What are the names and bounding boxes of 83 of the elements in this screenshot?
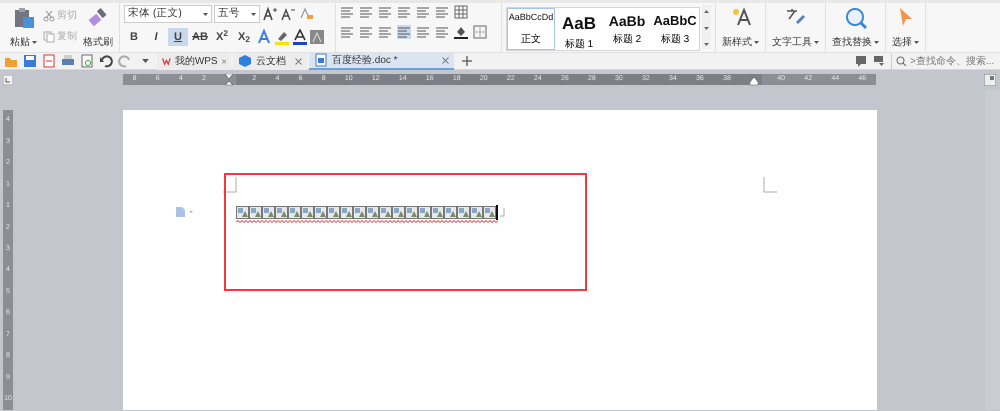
- broken-image-icon: [457, 206, 470, 219]
- cursor-arrow-icon: [898, 7, 914, 27]
- caret-icon: [814, 41, 819, 44]
- strikethrough-button[interactable]: AB: [190, 28, 210, 46]
- search-field[interactable]: >查找命令、搜索...: [891, 54, 1000, 68]
- italic-button[interactable]: I: [146, 28, 166, 46]
- new-style-button[interactable]: 新样式: [720, 5, 761, 50]
- highlight-icon[interactable]: [274, 29, 290, 45]
- fill-color-icon[interactable]: [454, 25, 468, 39]
- save-icon[interactable]: [23, 54, 37, 68]
- bold-button[interactable]: B: [124, 28, 144, 46]
- broken-image-icon: [353, 206, 366, 219]
- copy-icon: [43, 30, 55, 42]
- pin-icon[interactable]: [873, 55, 885, 67]
- text-effect-icon[interactable]: [256, 29, 272, 45]
- cloud-tab-icon: [238, 54, 252, 68]
- border-icon[interactable]: [473, 25, 487, 39]
- ruler-corner-icon: [3, 75, 13, 85]
- broken-image-icon: [366, 206, 379, 219]
- close-icon[interactable]: [222, 58, 226, 64]
- broken-image-icon: [275, 206, 288, 219]
- shrink-font-icon[interactable]: [280, 6, 296, 22]
- find-replace-button[interactable]: 查找替换: [830, 5, 881, 50]
- broken-image-icon: [249, 206, 262, 219]
- clipboard-icon: [12, 7, 34, 29]
- document-tab[interactable]: 云文档: [233, 52, 307, 70]
- broken-image-icon: [470, 206, 483, 219]
- caret-icon: [874, 41, 879, 44]
- select-button[interactable]: 选择: [890, 5, 921, 50]
- caret-icon: [203, 12, 208, 16]
- underline-button[interactable]: U: [168, 28, 188, 46]
- broken-image-icon: [444, 206, 457, 219]
- chat-icon[interactable]: [855, 55, 867, 67]
- style-preset[interactable]: AaBbCcDd 正文: [507, 8, 555, 50]
- crop-mark-icon: [763, 177, 777, 193]
- broken-image-icon: [392, 206, 405, 219]
- broken-image-icon: [405, 206, 418, 219]
- font-name-dropdown[interactable]: 宋体 (正文): [124, 5, 212, 23]
- broken-image-icon: [288, 206, 301, 219]
- gallery-scroll-icon[interactable]: [702, 5, 711, 49]
- caret-icon: [32, 41, 37, 44]
- broken-image-icon: [340, 206, 353, 219]
- broken-image-icon: [262, 206, 275, 219]
- undo-icon[interactable]: [99, 54, 113, 68]
- print-preview-icon[interactable]: [80, 54, 94, 68]
- document-tab[interactable]: 我的WPS: [157, 52, 231, 70]
- subscript-button[interactable]: X$_{2}$: [234, 28, 254, 46]
- font-size-dropdown[interactable]: 五号: [214, 5, 260, 23]
- brush-icon: [87, 7, 109, 29]
- search-icon: [896, 56, 907, 66]
- broken-image-icon: [236, 206, 249, 219]
- text-tools-button[interactable]: 文字工具: [770, 5, 821, 50]
- broken-image-icon: [418, 206, 431, 219]
- search-icon: [844, 7, 866, 29]
- close-icon[interactable]: [442, 56, 449, 64]
- superscript-button[interactable]: X$^{2}$: [212, 28, 232, 46]
- broken-image-icon: [483, 206, 496, 219]
- panel-toggle-icon[interactable]: [984, 74, 996, 86]
- close-icon[interactable]: [295, 58, 302, 64]
- caret-icon: [754, 41, 759, 44]
- justify-icon[interactable]: [397, 25, 411, 39]
- broken-image-icon: [314, 206, 327, 219]
- scissors-icon: [43, 10, 55, 22]
- add-tab-icon[interactable]: [462, 56, 472, 66]
- indent-marker-icon[interactable]: [225, 74, 234, 86]
- broken-image-icon: [431, 206, 444, 219]
- format-painter-button[interactable]: 格式刷: [81, 5, 115, 50]
- caret-icon: [251, 12, 256, 16]
- font-color-icon[interactable]: [292, 29, 308, 45]
- text-cursor-icon: [496, 205, 499, 220]
- document-tab[interactable]: 百度经验.doc *: [309, 52, 454, 70]
- table-icon[interactable]: [454, 5, 468, 19]
- align-left-icon[interactable]: [340, 25, 354, 39]
- grow-font-icon[interactable]: [262, 6, 278, 22]
- broken-image-icon: [301, 206, 314, 219]
- caret-icon: [914, 41, 919, 44]
- broken-image-icon: [379, 206, 392, 219]
- print-icon[interactable]: [61, 54, 75, 68]
- caret-icon[interactable]: [142, 59, 149, 63]
- crop-mark-icon: [223, 177, 237, 193]
- broken-image-icon: [327, 206, 340, 219]
- paste-button[interactable]: 粘贴: [8, 5, 39, 50]
- paragraph-mark-icon: [499, 208, 505, 218]
